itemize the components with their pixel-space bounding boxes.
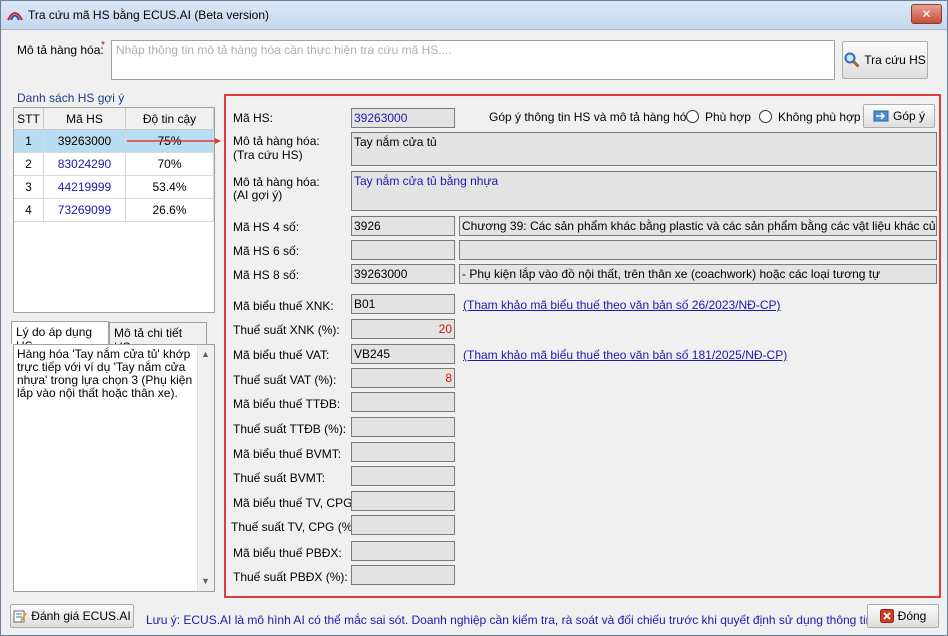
main-window: Tra cứu mã HS bằng ECUS.AI (Beta version… (0, 0, 948, 636)
scroll-down-icon[interactable]: ▼ (201, 575, 210, 588)
pbdx-rate-field[interactable] (351, 565, 455, 585)
row-stt: 4 (14, 199, 44, 222)
xnk-rate-field[interactable]: 20 (351, 319, 455, 339)
ttdb-rate-field[interactable] (351, 417, 455, 437)
ttdb-code-field[interactable] (351, 392, 455, 412)
row-hs-code: 73269099 (44, 199, 126, 222)
xnk-reference-link[interactable]: (Tham khảo mã biểu thuế theo văn bản số … (463, 298, 781, 312)
desc-search-label: Mô tả hàng hóa: (233, 134, 320, 148)
row-hs-code: 39263000 (44, 130, 126, 153)
close-button[interactable]: Đóng (867, 604, 939, 628)
bvmt-code-field[interactable] (351, 442, 455, 462)
rate-ecus-ai-label: Đánh giá ECUS.AI (31, 609, 131, 623)
tv-rate-label: Thuế suất TV, CPG (%): (231, 520, 360, 534)
vat-reference-link[interactable]: (Tham khảo mã biểu thuế theo văn bản số … (463, 348, 787, 362)
tab-hs-detail[interactable]: Mô tả chi tiết HS (109, 322, 207, 354)
vat-code-field[interactable]: VB245 (351, 344, 455, 364)
reason-text-area[interactable]: Hàng hóa 'Tay nắm cửa tủ' khớp trực tiếp… (13, 344, 215, 592)
hs-code-label: Mã HS: (233, 111, 274, 125)
row-confidence: 70% (126, 153, 214, 176)
column-header-stt[interactable]: STT (14, 108, 44, 130)
suggest-group-title: Danh sách HS gợi ý (15, 91, 127, 105)
hs4-label: Mã HS 4 số: (233, 220, 300, 234)
window-close-button[interactable]: ✕ (911, 4, 942, 24)
pbdx-code-field[interactable] (351, 541, 455, 561)
desc-search-sublabel: (Tra cứu HS) (233, 148, 303, 162)
tv-code-field[interactable] (351, 491, 455, 511)
table-row[interactable]: 3 44219999 53.4% (14, 176, 214, 199)
title-bar: Tra cứu mã HS bằng ECUS.AI (Beta version… (1, 1, 947, 30)
hs4-description-field[interactable]: Chương 39: Các sản phẩm khác bằng plasti… (459, 216, 937, 236)
feedback-label: Góp ý thông tin HS và mô tả hàng hóa: (489, 110, 697, 124)
tv-code-label: Mã biểu thuế TV, CPG: (233, 496, 356, 510)
scroll-up-icon[interactable]: ▲ (201, 348, 210, 361)
row-hs-code: 83024290 (44, 153, 126, 176)
xnk-rate-label: Thuế suất XNK (%): (233, 323, 340, 337)
vat-rate-field[interactable]: 8 (351, 368, 455, 388)
bvmt-code-label: Mã biểu thuế BVMT: (233, 447, 342, 461)
bvmt-rate-label: Thuế suất BVMT: (233, 471, 326, 485)
hs6-description-field[interactable] (459, 240, 937, 260)
send-feedback-icon (873, 110, 889, 122)
search-input[interactable]: Nhập thông tin mô tả hàng hóa cần thực h… (111, 40, 835, 80)
bvmt-rate-field[interactable] (351, 466, 455, 486)
desc-ai-sublabel: (AI gợi ý) (233, 188, 283, 202)
disclaimer-note: Lưu ý: ECUS.AI là mô hình AI có thể mắc … (146, 613, 900, 627)
row-hs-code: 44219999 (44, 176, 126, 199)
reason-scrollbar[interactable]: ▲ ▼ (197, 345, 214, 591)
close-button-label: Đóng (897, 609, 927, 623)
hs8-description-field[interactable]: - Phụ kiện lắp vào đồ nội thất, trên thâ… (459, 264, 937, 284)
radio-no-match-label[interactable]: Không phù hợp (778, 110, 861, 124)
tab-reason[interactable]: Lý do áp dụng HS (11, 321, 109, 353)
tv-rate-field[interactable] (351, 515, 455, 535)
row-stt: 1 (14, 130, 44, 153)
row-stt: 2 (14, 153, 44, 176)
pbdx-rate-label: Thuế suất PBĐX (%): (233, 570, 348, 584)
table-row[interactable]: 4 73269099 26.6% (14, 199, 214, 222)
desc-ai-label: Mô tả hàng hóa: (233, 175, 320, 189)
app-logo-icon (7, 12, 23, 21)
radio-match[interactable] (686, 110, 699, 123)
search-label: Mô tả hàng hóa: (17, 43, 104, 57)
table-row[interactable]: 2 83024290 70% (14, 153, 214, 176)
xnk-code-label: Mã biểu thuế XNK: (233, 299, 334, 313)
radio-match-label[interactable]: Phù hợp (705, 110, 751, 124)
pbdx-code-label: Mã biểu thuế PBĐX: (233, 546, 342, 560)
selection-pointer-arrow-icon (127, 138, 221, 144)
hs6-label: Mã HS 6 số: (233, 244, 300, 258)
required-mark: * (101, 40, 105, 51)
rating-edit-icon (13, 610, 28, 623)
desc-ai-field[interactable]: Tay nắm cửa tủ bằng nhựa (351, 171, 937, 211)
hs8-code-field[interactable]: 39263000 (351, 264, 455, 284)
search-hs-button[interactable]: Tra cứu HS (842, 41, 928, 79)
reason-text: Hàng hóa 'Tay nắm cửa tủ' khớp trực tiếp… (17, 347, 193, 400)
hs4-code-field[interactable]: 3926 (351, 216, 455, 236)
column-header-hs-code[interactable]: Mã HS (44, 108, 126, 130)
search-icon (844, 52, 860, 68)
row-confidence: 53.4% (126, 176, 214, 199)
row-stt: 3 (14, 176, 44, 199)
feedback-button[interactable]: Góp ý (863, 104, 935, 128)
ttdb-code-label: Mã biểu thuế TTĐB: (233, 397, 341, 411)
column-header-confidence[interactable]: Độ tin cậy (126, 108, 214, 130)
feedback-button-label: Góp ý (892, 109, 925, 123)
vat-code-label: Mã biểu thuế VAT: (233, 348, 330, 362)
vat-rate-label: Thuế suất VAT (%): (233, 373, 337, 387)
desc-search-field[interactable]: Tay nắm cửa tủ (351, 132, 937, 166)
row-confidence: 26.6% (126, 199, 214, 222)
hs6-code-field[interactable] (351, 240, 455, 260)
hs8-label: Mã HS 8 số: (233, 268, 300, 282)
hs-code-field[interactable]: 39263000 (351, 108, 455, 128)
rate-ecus-ai-button[interactable]: Đánh giá ECUS.AI (10, 604, 134, 628)
close-icon (879, 609, 894, 623)
ttdb-rate-label: Thuế suất TTĐB (%): (233, 422, 347, 436)
xnk-code-field[interactable]: B01 (351, 294, 455, 314)
search-hs-button-label: Tra cứu HS (864, 53, 926, 67)
radio-no-match[interactable] (759, 110, 772, 123)
info-tabs: Lý do áp dụng HS Mô tả chi tiết HS (11, 321, 221, 354)
window-title: Tra cứu mã HS bằng ECUS.AI (Beta version… (28, 8, 270, 22)
